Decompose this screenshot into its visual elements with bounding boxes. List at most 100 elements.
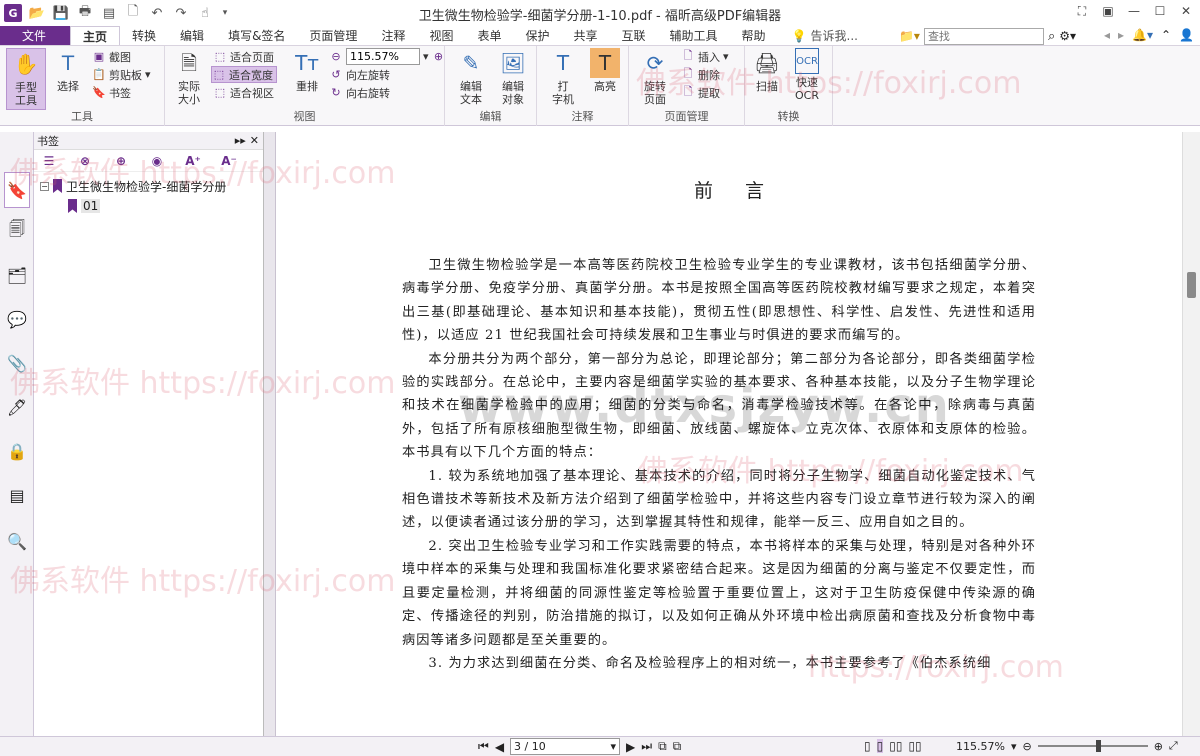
tab-file[interactable]: 文件 — [0, 26, 71, 45]
clipboard-button[interactable]: 📋 剪贴板 ▾ — [92, 66, 150, 83]
add-bookmark-icon[interactable]: ⊕ — [112, 152, 130, 170]
reflow-button[interactable]: Tт 重排 — [287, 48, 327, 94]
close-icon[interactable]: ✕ — [1178, 3, 1194, 19]
customize-dropdown-icon[interactable]: ▾ — [220, 4, 230, 22]
edit-text-button[interactable]: ✎ 编辑 文本 — [451, 48, 491, 107]
rotate-right-button[interactable]: ↻ 向右旋转 — [329, 84, 390, 101]
bookmark-options-icon[interactable]: ☰ — [40, 152, 58, 170]
back-arrow-icon[interactable]: ◂ — [1104, 28, 1110, 42]
content-panel-icon[interactable]: ▤ — [6, 484, 28, 506]
zoom-dropdown-icon[interactable]: ▾ — [423, 50, 429, 63]
panel-close-icon[interactable]: ✕ — [250, 134, 259, 147]
previous-page-icon[interactable]: ◀ — [495, 740, 504, 754]
zoom-in-icon[interactable]: ⊕ — [1154, 740, 1163, 753]
search-options-icon[interactable]: 📁▾ — [899, 29, 920, 43]
fit-page-button[interactable]: ⬚ 适合页面 — [213, 48, 274, 65]
pages-panel-icon[interactable]: 🗐 — [6, 219, 28, 242]
signatures-panel-icon[interactable]: 🖊 — [6, 396, 28, 418]
attachments-panel-icon[interactable]: 📎 — [6, 352, 28, 374]
tab-page-management[interactable]: 页面管理 — [297, 26, 369, 45]
tab-fill-sign[interactable]: 填写&签名 — [216, 26, 297, 45]
rotate-left-button[interactable]: ↺ 向左旋转 — [329, 66, 390, 83]
bookmark-root-item[interactable]: − 卫生微生物检验学-细菌学分册 — [40, 176, 257, 196]
actual-size-button[interactable]: 🗎 实际 大小 — [169, 48, 209, 107]
single-page-icon[interactable]: ▯ — [864, 739, 871, 753]
quick-ocr-button[interactable]: OCR 快速 OCR — [787, 48, 827, 102]
security-lock-icon[interactable]: 🔒 — [6, 440, 28, 462]
rotate-page-button[interactable]: ⟳ 旋转 页面 — [635, 48, 675, 107]
next-view-icon[interactable]: ⧉ — [673, 739, 682, 754]
tab-form[interactable]: 表单 — [465, 26, 513, 45]
scrollbar-thumb[interactable] — [1187, 272, 1196, 298]
increase-font-icon[interactable]: A⁺ — [184, 152, 202, 170]
redo-icon[interactable]: ↷ — [172, 4, 190, 22]
insert-button[interactable]: 🗋 插入 ▾ — [681, 48, 729, 65]
tab-edit[interactable]: 编辑 — [168, 26, 216, 45]
continuous-facing-icon[interactable]: ▯▯ — [908, 739, 921, 753]
panel-splitter[interactable] — [264, 132, 276, 736]
settings-gear-icon[interactable]: ⚙▾ — [1059, 29, 1076, 43]
save-icon[interactable]: 💾 — [52, 4, 70, 22]
zoom-out-icon[interactable]: ⊖ — [329, 50, 343, 64]
print-icon[interactable]: 🖶 — [76, 4, 94, 22]
scan-button[interactable]: 🖨 扫描 — [747, 48, 787, 94]
collapse-ribbon-icon[interactable]: ⌃ — [1161, 28, 1171, 42]
tab-protect[interactable]: 保护 — [513, 26, 561, 45]
comments-panel-icon[interactable]: 💬 — [6, 308, 28, 330]
continuous-page-icon[interactable]: ▯ — [876, 739, 884, 753]
search-icon[interactable]: ⌕ — [1048, 29, 1055, 44]
typewriter-button[interactable]: T 打 字机 — [543, 48, 583, 107]
hand-tool-button[interactable]: ✋ 手型 工具 — [6, 48, 46, 110]
document-view[interactable]: 前言 卫生微生物检验学是一本高等医药院校卫生检验专业学生的专业课教材，该书包括细… — [276, 132, 1182, 736]
zoom-slider[interactable] — [1037, 740, 1148, 752]
open-folder-icon[interactable]: 📂 — [28, 4, 46, 22]
screenshot-button[interactable]: ▣ 截图 — [92, 48, 131, 65]
ribbon-display-icon[interactable]: ▣ — [1100, 3, 1116, 19]
tab-convert[interactable]: 转换 — [120, 26, 168, 45]
collapse-toggle-icon[interactable]: − — [40, 181, 49, 191]
next-page-icon[interactable]: ▶ — [626, 740, 635, 754]
vertical-scrollbar[interactable] — [1182, 132, 1200, 736]
highlight-button[interactable]: T 高亮 — [585, 48, 625, 93]
delete-button[interactable]: 🗋 删除 — [681, 66, 720, 83]
panel-expand-icon[interactable]: ▸▸ — [235, 134, 246, 147]
bookmarks-panel-icon[interactable]: 🔖 — [4, 172, 30, 208]
zoom-slider-thumb[interactable] — [1095, 740, 1101, 752]
last-page-icon[interactable]: ⏭ — [641, 739, 652, 754]
tab-comment[interactable]: 注释 — [369, 26, 417, 45]
edit-object-button[interactable]: 🖼 编辑 对象 — [493, 48, 533, 107]
page-number-field[interactable]: 3 / 10 ▾ — [510, 738, 621, 755]
forward-arrow-icon[interactable]: ▸ — [1118, 28, 1124, 42]
fullscreen-icon[interactable]: ⛶ — [1074, 3, 1090, 19]
new-document-icon[interactable]: 🗋 — [124, 4, 142, 22]
zoom-out-icon[interactable]: ⊖ — [1022, 740, 1031, 753]
delete-bookmark-icon[interactable]: ⊗ — [76, 152, 94, 170]
zoom-input[interactable] — [346, 48, 420, 65]
tab-view[interactable]: 视图 — [417, 26, 465, 45]
zoom-dropdown-icon[interactable]: ▾ — [1011, 740, 1017, 753]
layers-panel-icon[interactable]: 🗂 — [6, 264, 28, 286]
bookmark-child-item[interactable]: 01 — [40, 196, 257, 216]
tab-accessibility[interactable]: 辅助工具 — [658, 26, 730, 45]
tab-connect[interactable]: 互联 — [610, 26, 658, 45]
undo-icon[interactable]: ↶ — [148, 4, 166, 22]
hand-tool-icon[interactable]: ☝ — [196, 4, 214, 22]
decrease-font-icon[interactable]: A⁻ — [220, 152, 238, 170]
maximize-icon[interactable]: ☐ — [1152, 3, 1168, 19]
fit-area-button[interactable]: ⬚ 适合视区 — [213, 84, 274, 101]
quick-print-icon[interactable]: ▤ — [100, 4, 118, 22]
bookmark-properties-icon[interactable]: ◉ — [148, 152, 166, 170]
search-input[interactable] — [923, 27, 1044, 45]
facing-page-icon[interactable]: ▯▯ — [889, 739, 902, 753]
fit-view-icon[interactable]: ⤢ — [1169, 739, 1178, 753]
previous-view-icon[interactable]: ⧉ — [658, 739, 667, 754]
tell-me-box[interactable]: 💡 告诉我... — [792, 26, 858, 45]
first-page-icon[interactable]: ⏮ — [478, 739, 489, 754]
extract-button[interactable]: 🗋 提取 — [681, 84, 720, 101]
tab-home[interactable]: 主页 — [70, 26, 121, 45]
account-icon[interactable]: 👤 — [1179, 28, 1194, 42]
bell-icon[interactable]: 🔔▾ — [1132, 28, 1153, 42]
tab-share[interactable]: 共享 — [562, 26, 610, 45]
bookmark-button[interactable]: 🔖 书签 — [92, 84, 131, 101]
minimize-icon[interactable]: — — [1126, 3, 1142, 19]
